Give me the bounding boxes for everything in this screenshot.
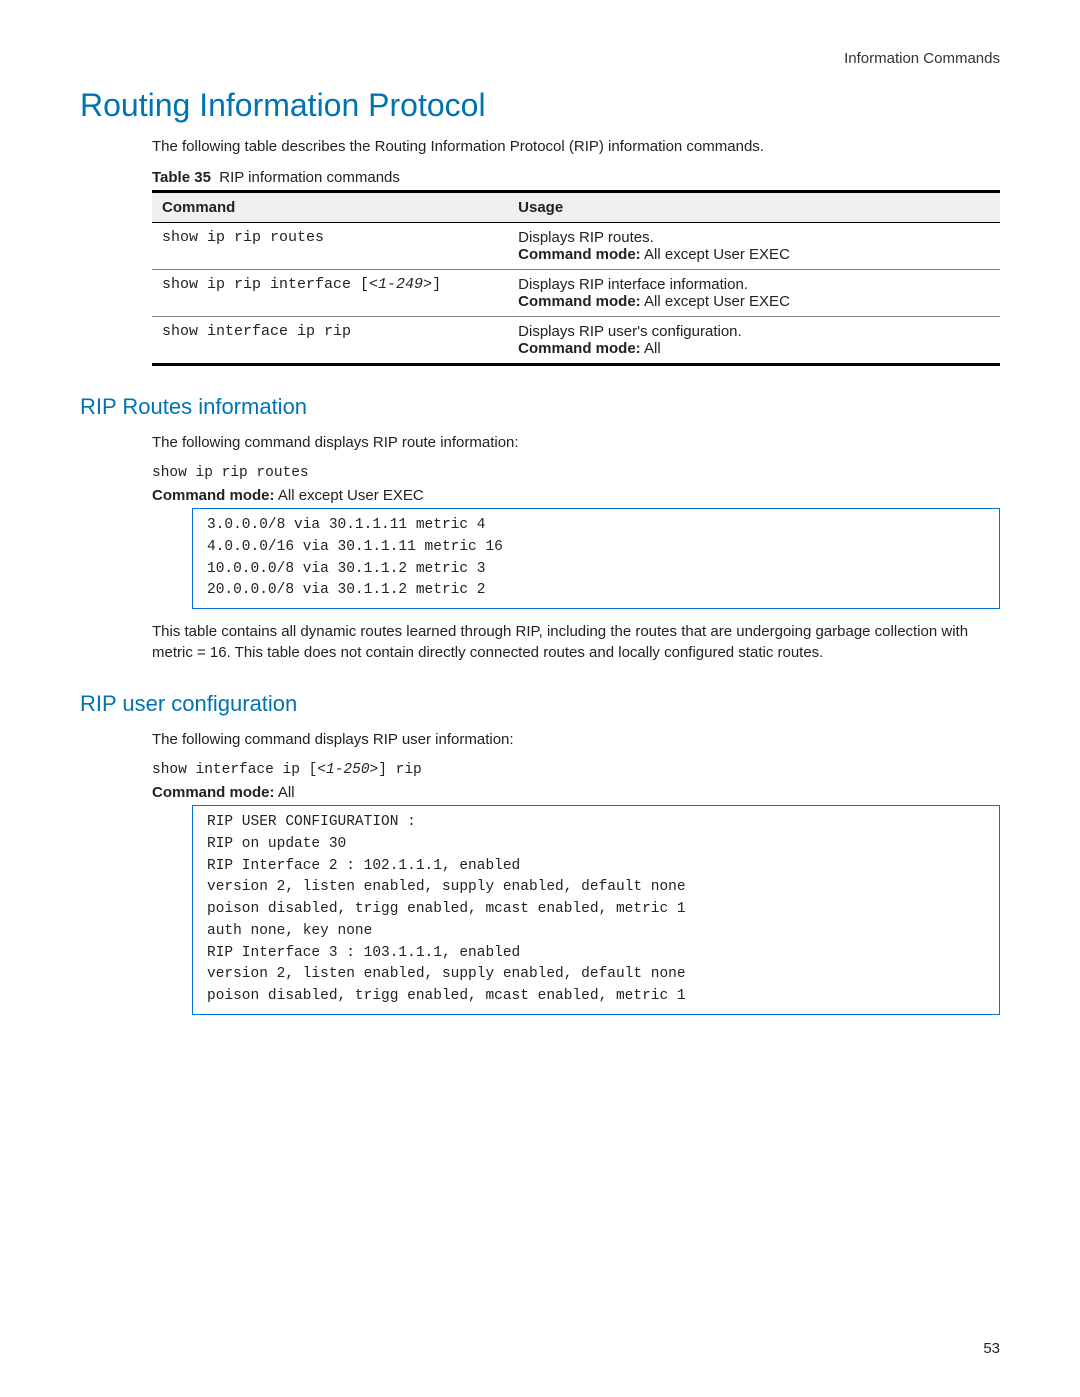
table-number: Table 35 — [152, 169, 211, 186]
section-heading-user: RIP user configuration — [80, 691, 1000, 717]
table-caption: Table 35 RIP information commands — [152, 169, 1000, 186]
section-heading-routes: RIP Routes information — [80, 394, 1000, 420]
cell-command: show ip rip interface [<1-249>] — [152, 270, 508, 317]
page-number: 53 — [983, 1340, 1000, 1357]
cell-command: show interface ip rip — [152, 317, 508, 365]
user-output-box: RIP USER CONFIGURATION : RIP on update 3… — [192, 805, 1000, 1015]
running-header: Information Commands — [80, 50, 1000, 67]
user-command-mode: Command mode: All — [152, 784, 1000, 801]
cell-command: show ip rip routes — [152, 223, 508, 270]
rip-commands-table: Command Usage show ip rip routes Display… — [152, 190, 1000, 366]
routes-command: show ip rip routes — [152, 465, 1000, 481]
routes-explanation: This table contains all dynamic routes l… — [152, 621, 1000, 663]
page-title: Routing Information Protocol — [80, 87, 1000, 124]
table-header-command: Command — [152, 192, 508, 223]
routes-output-box: 3.0.0.0/8 via 30.1.1.11 metric 4 4.0.0.0… — [192, 508, 1000, 609]
user-intro: The following command displays RIP user … — [152, 729, 1000, 750]
cell-usage: Displays RIP user's configuration. Comma… — [508, 317, 1000, 365]
user-command: show interface ip [<1-250>] rip — [152, 762, 1000, 778]
table-header-usage: Usage — [508, 192, 1000, 223]
table-row: show interface ip rip Displays RIP user'… — [152, 317, 1000, 365]
routes-intro: The following command displays RIP route… — [152, 432, 1000, 453]
intro-paragraph: The following table describes the Routin… — [152, 136, 1000, 157]
cell-usage: Displays RIP routes. Command mode: All e… — [508, 223, 1000, 270]
table-row: show ip rip interface [<1-249>] Displays… — [152, 270, 1000, 317]
cell-usage: Displays RIP interface information. Comm… — [508, 270, 1000, 317]
routes-command-mode: Command mode: All except User EXEC — [152, 487, 1000, 504]
table-row: show ip rip routes Displays RIP routes. … — [152, 223, 1000, 270]
